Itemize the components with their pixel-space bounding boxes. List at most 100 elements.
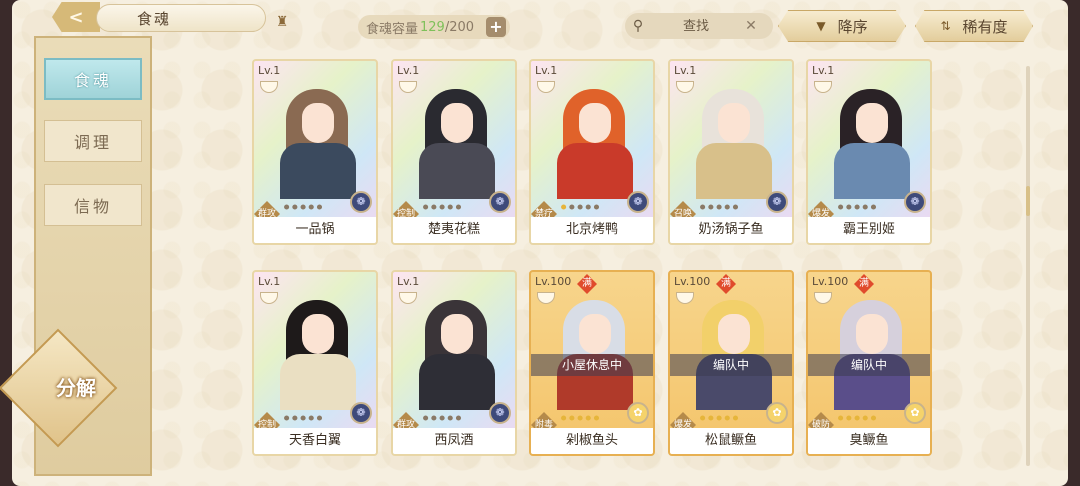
- star-icon: ⚫: [836, 412, 845, 425]
- card-level: Lv.1: [258, 275, 281, 288]
- portrait-outfit: [557, 143, 633, 199]
- sun-icon: ✿: [904, 402, 926, 424]
- portrait-face: [441, 103, 473, 143]
- portrait-face: [302, 314, 334, 354]
- food-soul-card[interactable]: Lv.100 满编队中 爆发 ⚫⚫⚫⚫⚫ ✿ 松鼠鳜鱼: [668, 270, 794, 456]
- food-soul-card[interactable]: Lv.1 群攻 ⚫⚫⚫⚫⚫ ❁ 西凤酒: [391, 270, 517, 456]
- star-icon: ⚫: [306, 412, 316, 425]
- expand-capacity-button[interactable]: +: [486, 17, 506, 37]
- food-soul-card[interactable]: Lv.1 控制 ⚫⚫⚫⚫⚫ ❁ 楚夷花糕: [391, 59, 517, 245]
- card-status: 编队中: [808, 354, 930, 376]
- card-name: 霸王别姬: [808, 217, 930, 243]
- star-icon: ⚫: [730, 201, 740, 214]
- back-button[interactable]: <: [52, 2, 100, 32]
- character-portrait: [818, 286, 924, 410]
- food-soul-card[interactable]: Lv.100 满编队中 破防 ⚫⚫⚫⚫⚫ ✿ 臭鳜鱼: [806, 270, 932, 456]
- search-bar[interactable]: ⚲ ✕: [625, 13, 773, 39]
- sort-key-label: 稀有度: [962, 17, 1008, 36]
- portrait-outfit: [419, 354, 495, 410]
- search-icon: ⚲: [632, 18, 644, 34]
- star-icon: ⚫: [836, 201, 845, 214]
- portrait-outfit: [834, 143, 910, 199]
- star-icon: ⚫: [575, 201, 584, 214]
- moon-icon: ❁: [489, 402, 511, 424]
- star-rating: ⚫⚫⚫⚫⚫: [698, 412, 740, 426]
- star-icon: ⚫: [852, 201, 861, 214]
- tab-label: 食魂: [73, 71, 112, 90]
- sort-key-button[interactable]: ⇅ 稀有度: [915, 10, 1033, 42]
- card-status: 小屋休息中: [531, 354, 653, 376]
- portrait-face: [856, 314, 888, 354]
- star-icon: ⚫: [298, 412, 307, 425]
- tab-label: 调理: [73, 133, 112, 152]
- portrait-outfit: [280, 354, 356, 410]
- star-rating: ⚫⚫⚫⚫⚫: [836, 201, 878, 215]
- tab-food-souls[interactable]: 食魂: [44, 58, 142, 100]
- card-level: Lv.1: [812, 64, 835, 77]
- card-name: 奶汤锅子鱼: [670, 217, 792, 243]
- star-icon: ⚫: [583, 412, 593, 425]
- food-soul-card[interactable]: Lv.1 禁疗 ⚫⚫⚫⚫⚫ ❁ 北京烤鸭: [529, 59, 655, 245]
- card-level: Lv.1: [535, 64, 558, 77]
- tab-conditioning[interactable]: 调理: [44, 120, 142, 162]
- sort-order-label: 降序: [837, 17, 868, 36]
- star-icon: ⚫: [314, 201, 324, 214]
- star-icon: ⚫: [852, 412, 861, 425]
- food-soul-card[interactable]: Lv.1 控制 ⚫⚫⚫⚫⚫ ❁ 天香白翼: [252, 270, 378, 456]
- back-arrow-icon: <: [68, 6, 84, 28]
- star-icon: ⚫: [698, 201, 707, 214]
- scrollbar[interactable]: [1026, 66, 1030, 466]
- capacity-display: 食魂容量 129 /200 +: [358, 15, 510, 39]
- star-icon: ⚫: [306, 201, 316, 214]
- swap-icon: ⇅: [940, 19, 951, 33]
- page-title-text: 食魂: [137, 9, 172, 28]
- portrait-face: [579, 314, 611, 354]
- star-icon: ⚫: [453, 412, 463, 425]
- page-title: 食魂 ♜: [96, 4, 288, 32]
- star-icon: ⚫: [437, 412, 446, 425]
- food-soul-card[interactable]: Lv.1 爆发 ⚫⚫⚫⚫⚫ ❁ 霸王别姬: [806, 59, 932, 245]
- crown-icon[interactable]: ♜: [273, 14, 293, 30]
- card-level: Lv.1: [258, 64, 281, 77]
- portrait-face: [856, 103, 888, 143]
- star-rating: ⚫⚫⚫⚫⚫: [698, 201, 740, 215]
- food-soul-card[interactable]: Lv.1 召唤 ⚫⚫⚫⚫⚫ ❁ 奶汤锅子鱼: [668, 59, 794, 245]
- card-level: Lv.100: [535, 275, 572, 288]
- moon-icon: ❁: [489, 191, 511, 213]
- card-level: Lv.100: [812, 275, 849, 288]
- star-icon: ⚫: [314, 412, 324, 425]
- character-portrait: [680, 286, 786, 410]
- portrait-face: [718, 103, 750, 143]
- star-icon: ⚫: [282, 201, 291, 214]
- star-icon: ⚫: [282, 412, 291, 425]
- decompose-label[interactable]: 分解: [34, 372, 118, 408]
- portrait-face: [718, 314, 750, 354]
- star-rating: ⚫⚫⚫⚫⚫: [421, 412, 463, 426]
- portrait-outfit: [419, 143, 495, 199]
- sun-icon: ✿: [627, 402, 649, 424]
- scroll-thumb[interactable]: [1026, 186, 1030, 216]
- character-portrait: [403, 286, 509, 410]
- sort-order-button[interactable]: ▼ 降序: [778, 10, 906, 42]
- star-icon: ⚫: [453, 201, 463, 214]
- star-icon: ⚫: [437, 201, 446, 214]
- moon-icon: ❁: [350, 191, 372, 213]
- character-portrait: [541, 75, 647, 199]
- food-soul-card[interactable]: Lv.100 满小屋休息中 附毒 ⚫⚫⚫⚫⚫ ✿ 剁椒鱼头: [529, 270, 655, 456]
- character-portrait: [264, 286, 370, 410]
- close-icon[interactable]: ✕: [741, 18, 761, 34]
- star-icon: ⚫: [298, 201, 307, 214]
- search-input[interactable]: [651, 18, 741, 34]
- star-icon: ⚫: [445, 201, 455, 214]
- star-icon: ⚫: [559, 201, 568, 214]
- star-icon: ⚫: [591, 201, 601, 214]
- star-rating: ⚫⚫⚫⚫⚫: [282, 201, 324, 215]
- food-soul-card[interactable]: Lv.1 群攻 ⚫⚫⚫⚫⚫ ❁ 一品锅: [252, 59, 378, 245]
- card-name: 剁椒鱼头: [531, 428, 653, 454]
- star-icon: ⚫: [698, 412, 707, 425]
- card-name: 臭鳜鱼: [808, 428, 930, 454]
- card-name: 楚夷花糕: [393, 217, 515, 243]
- character-portrait: [680, 75, 786, 199]
- star-rating: ⚫⚫⚫⚫⚫: [282, 412, 324, 426]
- tab-tokens[interactable]: 信物: [44, 184, 142, 226]
